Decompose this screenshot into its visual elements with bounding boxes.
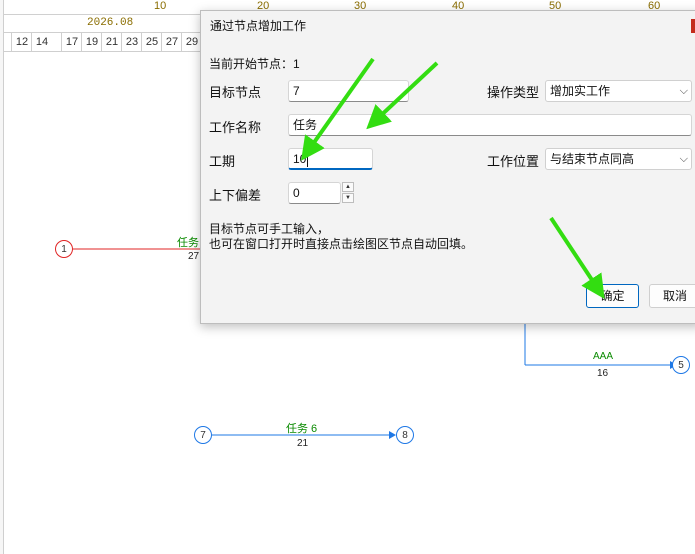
annotation-arrow	[366, 61, 439, 130]
annotation-arrows	[301, 57, 605, 300]
annotation-arrow	[301, 57, 375, 161]
annotation-arrow	[549, 216, 605, 300]
